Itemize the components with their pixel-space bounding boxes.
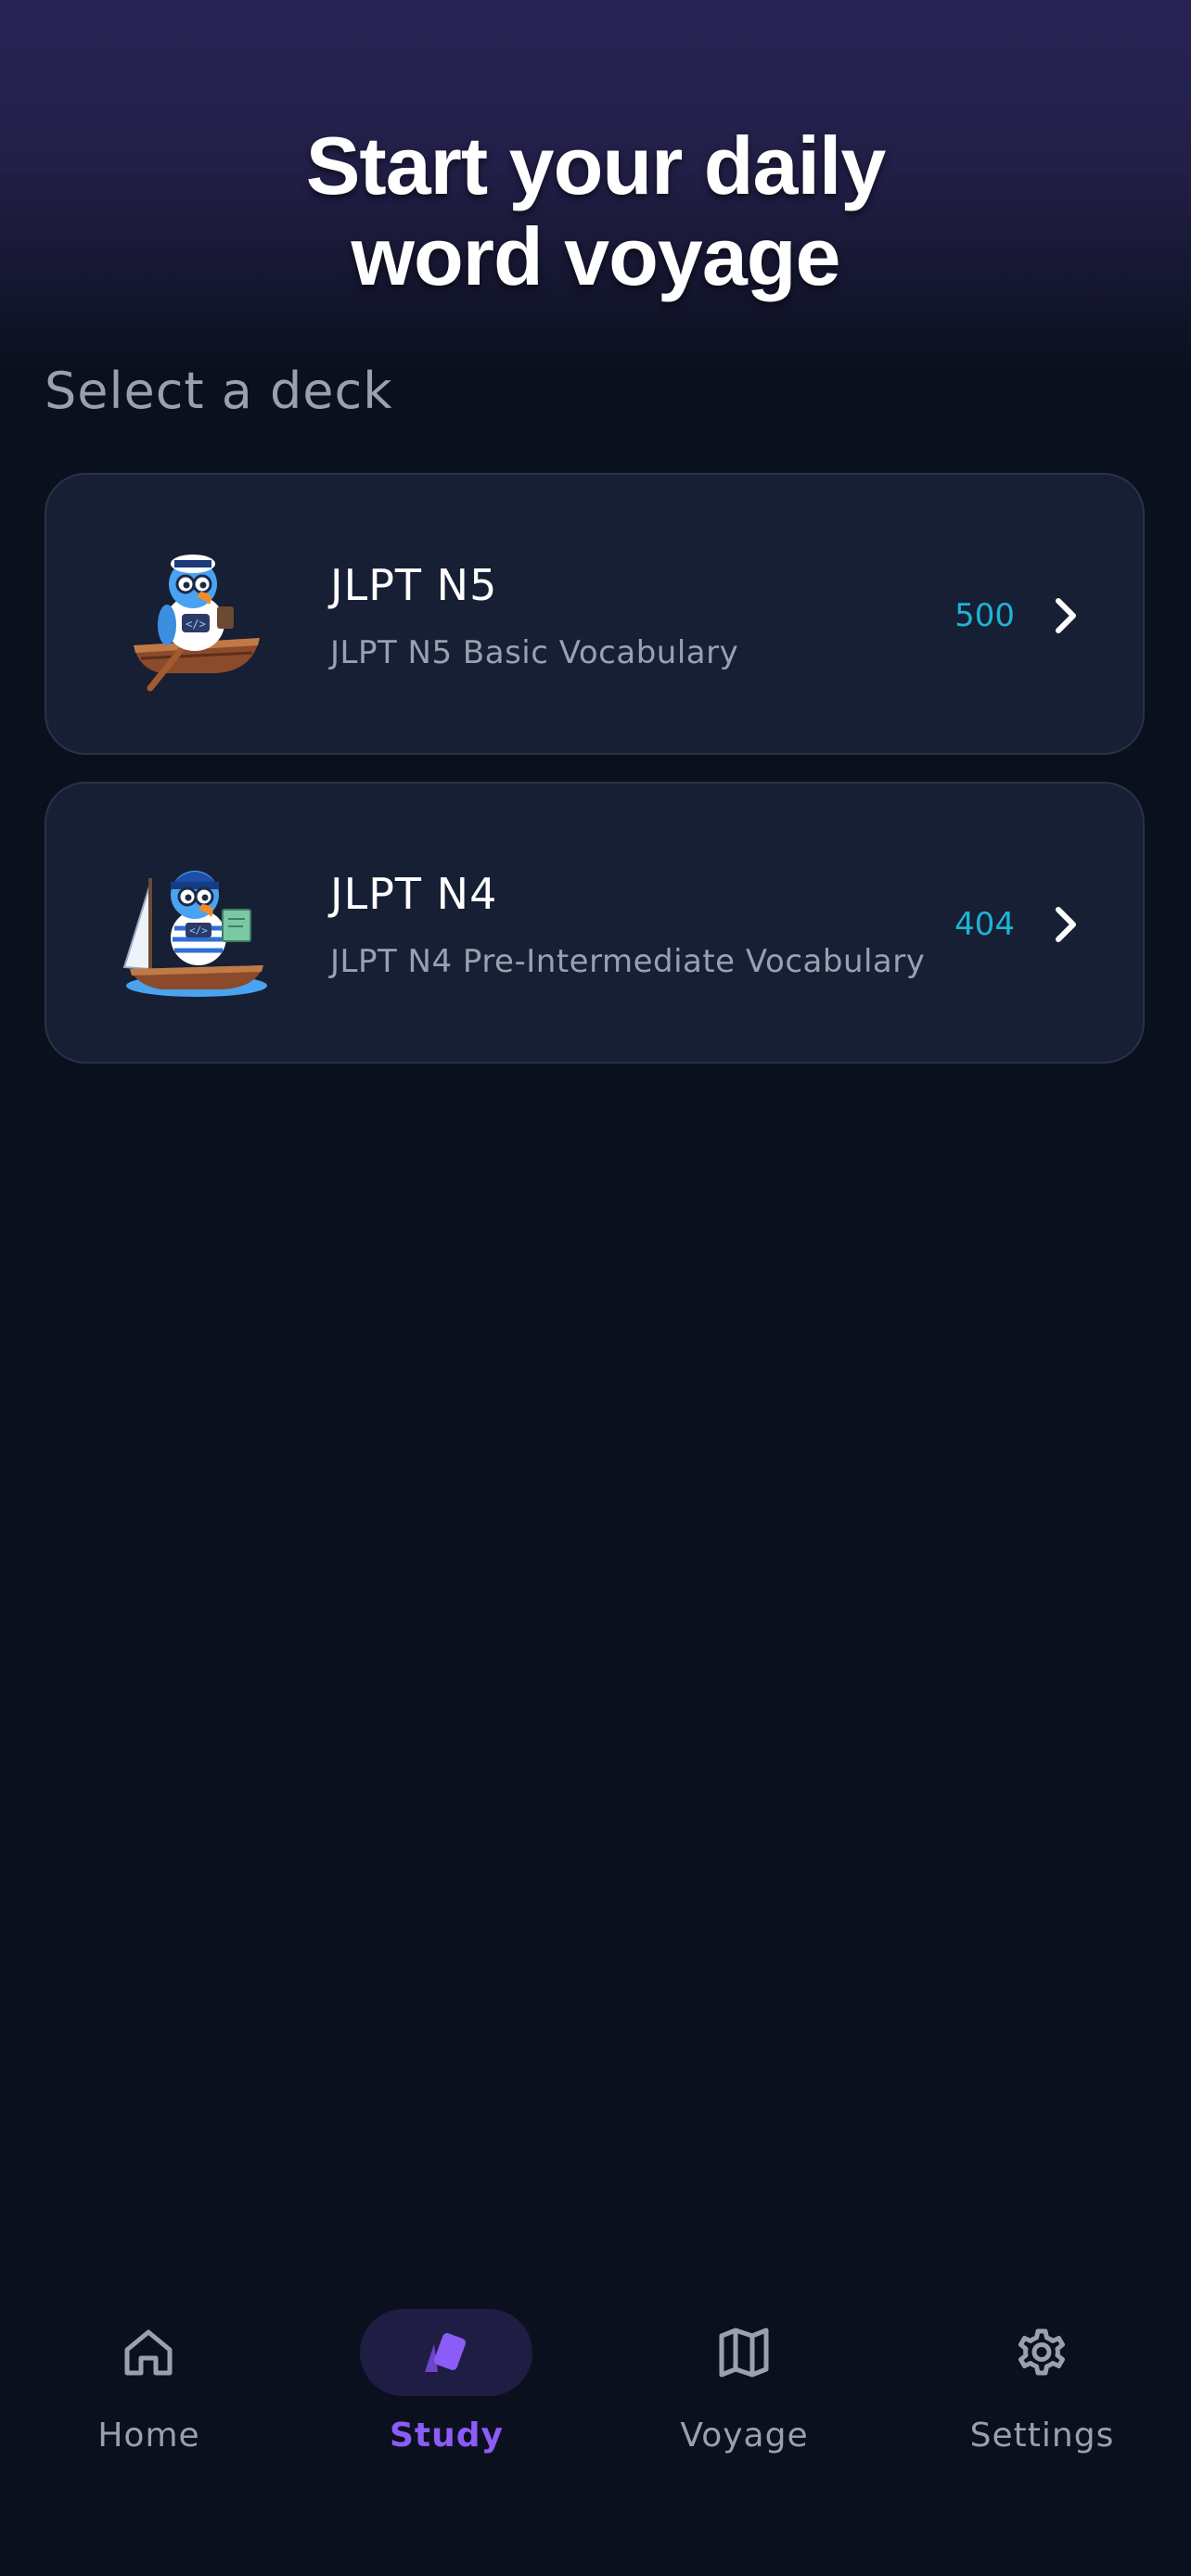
parrot-sailor-rowboat-icon: </> [134, 555, 260, 692]
deck-word-count: 500 [954, 597, 1015, 634]
deck-description: JLPT N4 Pre-Intermediate Vocabulary [330, 943, 926, 980]
cards-icon [425, 2333, 466, 2372]
svg-text:</>: </> [186, 618, 206, 631]
tab-label: Study [389, 2417, 504, 2455]
tab-voyage[interactable]: Voyage [596, 2309, 893, 2494]
deck-card-jlpt-n4[interactable]: </> JLPT N4 JLPT N4 Pre-Intermediate Voc… [45, 782, 1145, 1064]
page-title-line-1: Start your daily [305, 120, 887, 211]
tab-settings[interactable]: Settings [893, 2309, 1191, 2494]
tab-label: Voyage [680, 2417, 809, 2455]
deck-word-count: 404 [954, 906, 1015, 943]
gear-icon [1018, 2328, 1065, 2376]
deck-name: JLPT N5 [330, 560, 498, 610]
svg-text:</>: </> [189, 925, 208, 937]
deck-description: JLPT N5 Basic Vocabulary [330, 634, 739, 671]
tab-label: Settings [969, 2417, 1115, 2455]
chevron-right-icon [1056, 907, 1076, 942]
deck-card-jlpt-n5[interactable]: </> JLPT N5 JLPT N5 Basic Vocabulary 500 [45, 473, 1145, 755]
home-icon [124, 2329, 173, 2376]
tab-label: Home [97, 2417, 200, 2455]
tab-home[interactable]: Home [0, 2309, 298, 2494]
deck-name: JLPT N4 [330, 869, 498, 919]
tab-study[interactable]: Study [298, 2309, 596, 2494]
parrot-captain-sailboat-icon: </> [122, 871, 267, 997]
page-title: Start your daily word voyage [0, 121, 1191, 302]
page-title-line-2: word voyage [351, 210, 841, 302]
chevron-right-icon [1056, 598, 1076, 633]
section-label: Select a deck [45, 362, 393, 420]
map-icon [719, 2327, 769, 2378]
bottom-tab-bar: Home Study Voyage Settings [0, 2272, 1191, 2576]
